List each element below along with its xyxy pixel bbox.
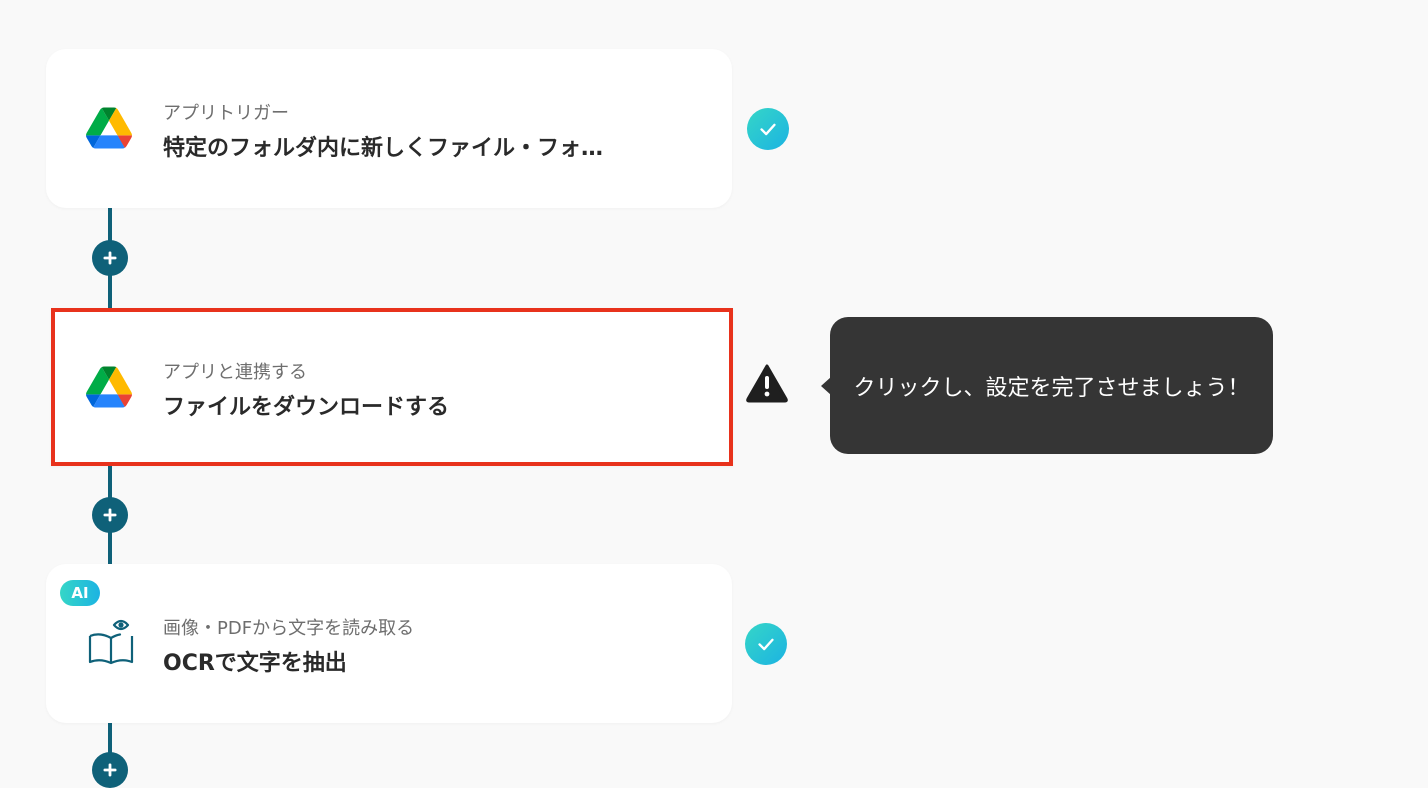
add-step-button[interactable]: [92, 497, 128, 533]
step-type-label: アプリトリガー: [163, 103, 289, 124]
step-title: 特定のフォルダ内に新しくファイル・フォ…: [163, 136, 604, 161]
book-eye-icon: [88, 619, 134, 665]
flow-step-card-highlighted[interactable]: アプリと連携する ファイルをダウンロードする: [51, 308, 733, 466]
tooltip-text: クリックし、設定を完了させましょう！: [853, 375, 1250, 401]
flow-step-card[interactable]: アプリトリガー 特定のフォルダ内に新しくファイル・フォ…: [46, 49, 732, 208]
plus-icon: [103, 508, 117, 522]
step-type-label: 画像・PDFから文字を読み取る: [163, 618, 415, 639]
google-drive-icon: [86, 366, 132, 408]
completed-status-icon: [745, 623, 787, 665]
plus-icon: [103, 251, 117, 265]
flow-step-card[interactable]: 画像・PDFから文字を読み取る OCRで文字を抽出: [46, 564, 732, 723]
warning-icon: [746, 364, 788, 403]
ai-badge: AI: [60, 580, 100, 606]
check-icon: [760, 123, 776, 136]
tooltip-arrow: [821, 377, 831, 395]
step-title: OCRで文字を抽出: [163, 651, 347, 676]
google-drive-icon: [86, 107, 132, 149]
completed-status-icon: [747, 108, 789, 150]
setup-hint-tooltip: クリックし、設定を完了させましょう！: [821, 317, 1273, 454]
check-icon: [758, 638, 774, 651]
add-step-button[interactable]: [92, 752, 128, 788]
add-step-button[interactable]: [92, 240, 128, 276]
step-title: ファイルをダウンロードする: [163, 395, 450, 420]
step-type-label: アプリと連携する: [163, 362, 307, 383]
